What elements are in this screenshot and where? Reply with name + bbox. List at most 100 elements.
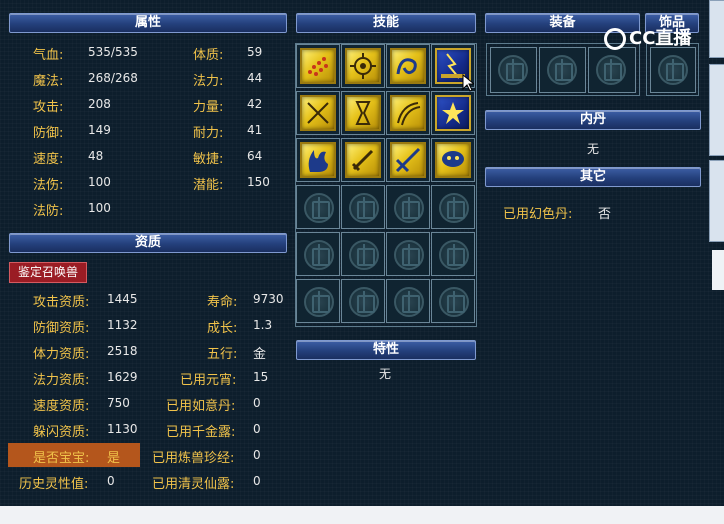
bottom-strip [0,506,724,524]
side-tab-2[interactable] [709,64,724,156]
skill-slot-7[interactable] [386,91,430,135]
empty-slot-emblem-icon [439,240,469,270]
other-label-dye: 已用幻色丹: [503,207,573,222]
apt-label-dodge: 躲闪资质: [33,425,90,440]
attr-value-attack: 208 [88,97,111,111]
apt-label-ruyidan: 已用如意丹: [166,399,236,414]
skill-slot-1[interactable] [296,44,340,88]
aptitude-header: 资质 [9,233,287,253]
attr-value-magic: 44 [247,71,263,85]
skill-icon-7 [390,95,426,131]
skill-icon-5 [300,95,336,131]
skill-icon-2 [345,48,381,84]
skill-icon-12 [435,142,471,178]
skill-slot-8[interactable] [431,91,475,135]
attr-value-endurance: 41 [247,123,263,137]
side-tab-1[interactable] [709,0,724,58]
skill-slot-empty[interactable] [431,185,475,229]
skill-slot-empty[interactable] [341,232,385,276]
skill-slot-empty[interactable] [386,232,430,276]
apt-label-lianshou: 已用炼兽珍经: [152,451,235,466]
attr-label-mp: 魔法: [33,74,64,89]
attr-value-magic-defense: 100 [88,201,111,215]
skill-slot-empty[interactable] [341,185,385,229]
apt-value-speed: 750 [107,396,130,410]
skill-slot-5[interactable] [296,91,340,135]
apt-label-spirit-history: 历史灵性值: [19,477,89,492]
cc-live-watermark: CC直播 [604,24,691,50]
apt-label-speed: 速度资质: [33,399,90,414]
skill-icon-10 [345,142,381,178]
skill-slot-3[interactable] [386,44,430,88]
traits-value: 无 [379,367,392,381]
skill-slot-empty[interactable] [296,185,340,229]
apt-value-defense: 1132 [107,318,138,332]
empty-slot-emblem-icon [394,287,424,317]
skill-slot-empty[interactable] [341,279,385,323]
attr-label-defense: 防御: [33,126,64,141]
attr-label-magic-damage: 法伤: [33,178,64,193]
attr-label-constitution: 体质: [193,48,224,63]
apt-label-yuanxiao: 已用元宵: [180,373,237,388]
skill-slot-empty[interactable] [431,232,475,276]
appraise-summon-button[interactable]: 鉴定召唤兽 [9,262,87,283]
apt-value-lianshou: 0 [253,448,261,462]
apt-label-is-baby: 是否宝宝: [33,451,90,466]
skill-slot-12[interactable] [431,138,475,182]
mouse-cursor-icon [462,74,474,92]
apt-label-magic: 法力资质: [33,373,90,388]
skill-icon-3 [390,48,426,84]
apt-label-defense: 防御资质: [33,321,90,336]
skill-slot-11[interactable] [386,138,430,182]
empty-slot-emblem-icon [439,287,469,317]
attr-value-strength: 42 [247,97,263,111]
skill-icon-9 [300,142,336,178]
side-scroll-edge [712,250,724,290]
attr-value-potential: 150 [247,175,270,189]
apt-label-stamina: 体力资质: [33,347,90,362]
attr-value-constitution: 59 [247,45,263,59]
accessory-slot-1[interactable] [650,47,696,93]
apt-value-lifespan: 9730 [253,292,284,306]
empty-slot-emblem-icon [304,287,334,317]
apt-value-is-baby: 是 [107,451,121,466]
skill-slot-6[interactable] [341,91,385,135]
attr-value-mp: 268/268 [88,71,138,85]
attr-label-speed: 速度: [33,152,64,167]
equipment-slot-1[interactable] [490,47,537,93]
other-value-dye: 否 [598,207,612,222]
skill-slot-empty[interactable] [386,279,430,323]
attr-value-hp: 535/535 [88,45,138,59]
equipment-slot-3[interactable] [588,47,636,93]
skill-slot-10[interactable] [341,138,385,182]
empty-slot-emblem-icon [547,55,577,85]
skills-header: 技能 [296,13,476,33]
side-tab-3[interactable] [709,160,724,242]
skill-slot-empty[interactable] [296,232,340,276]
cc-logo-icon [604,28,626,50]
apt-value-element: 金 [253,347,267,362]
apt-value-dodge: 1130 [107,422,138,436]
equipment-slot-2[interactable] [539,47,586,93]
skill-slot-empty[interactable] [386,185,430,229]
empty-slot-emblem-icon [596,55,626,85]
skill-slot-empty[interactable] [431,279,475,323]
skill-slot-2[interactable] [341,44,385,88]
skill-slot-empty[interactable] [296,279,340,323]
attr-value-defense: 149 [88,123,111,137]
apt-value-ruyidan: 0 [253,396,261,410]
inner-pill-value: 无 [587,142,600,156]
equipment-slots [486,43,640,96]
skill-slot-9[interactable] [296,138,340,182]
apt-label-qianjinlu: 已用千金露: [166,425,236,440]
apt-value-qingling: 0 [253,474,261,488]
other-header: 其它 [485,167,701,187]
attr-label-magic-defense: 法防: [33,204,64,219]
attr-label-agility: 敏捷: [193,152,224,167]
empty-slot-emblem-icon [394,193,424,223]
attributes-header: 属性 [9,13,287,33]
inner-pill-header: 内丹 [485,110,701,130]
apt-value-magic: 1629 [107,370,138,384]
attr-label-strength: 力量: [193,100,224,115]
attr-label-potential: 潜能: [193,178,224,193]
